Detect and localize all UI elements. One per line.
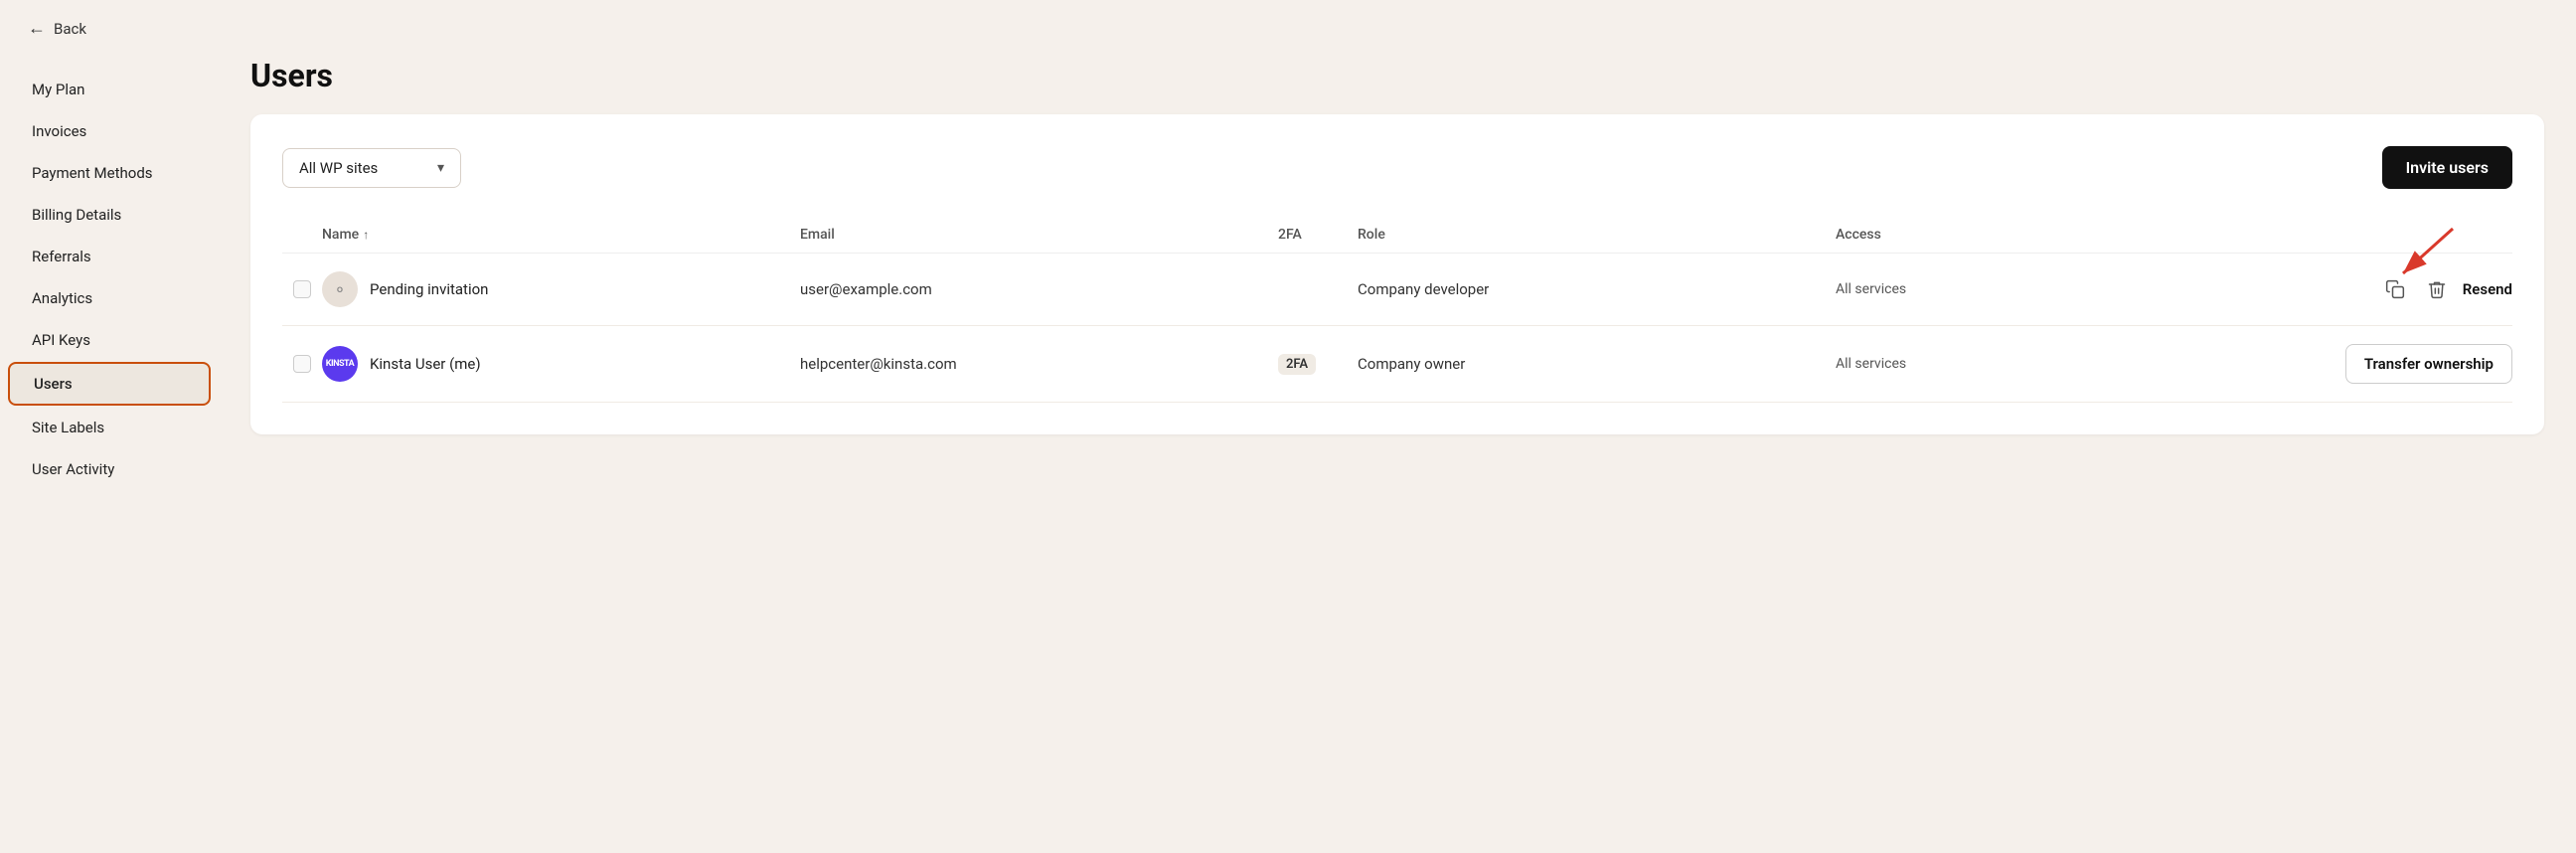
table-row: KINSTA Kinsta User (me) helpcenter@kinst… [282, 326, 2512, 403]
back-arrow-icon: ← [28, 18, 46, 39]
sidebar-item-payment-methods[interactable]: Payment Methods [8, 153, 211, 193]
chevron-down-icon: ▾ [437, 160, 444, 176]
content-card: All WP sites ▾ Invite users Name ↑ Email [250, 114, 2544, 434]
row-checkbox-col [282, 280, 322, 298]
header-access-col: Access [1836, 227, 2314, 243]
sidebar-item-invoices[interactable]: Invoices [8, 111, 211, 151]
transfer-ownership-button[interactable]: Transfer ownership [2345, 344, 2512, 384]
sidebar-item-api-keys[interactable]: API Keys [8, 320, 211, 360]
person-icon: ⚬ [333, 280, 346, 299]
resend-button[interactable]: Resend [2463, 276, 2512, 302]
back-button[interactable]: ← Back [28, 18, 86, 39]
filter-dropdown[interactable]: All WP sites ▾ [282, 148, 461, 188]
avatar-initials: KINSTA [326, 359, 354, 369]
row-checkbox[interactable] [293, 280, 311, 298]
row-checkbox-col [282, 355, 322, 373]
filter-label: All WP sites [299, 159, 378, 177]
content-area: Users All WP sites ▾ Invite users Name [219, 57, 2576, 853]
main-layout: My Plan Invoices Payment Methods Billing… [0, 57, 2576, 853]
user-name-col: KINSTA Kinsta User (me) [322, 346, 800, 382]
avatar: ⚬ [322, 271, 358, 307]
sidebar-item-my-plan[interactable]: My Plan [8, 70, 211, 109]
user-actions-col: Resend [2314, 273, 2512, 305]
user-2fa-col: 2FA [1278, 354, 1358, 375]
back-label: Back [54, 20, 86, 38]
user-role-col: Company owner [1358, 355, 1836, 373]
page-title: Users [250, 57, 2544, 94]
avatar: KINSTA [322, 346, 358, 382]
sidebar-item-site-labels[interactable]: Site Labels [8, 408, 211, 447]
header-role-col: Role [1358, 227, 1836, 243]
user-name-col: ⚬ Pending invitation [322, 271, 800, 307]
header-check-col [282, 227, 322, 243]
delete-button[interactable] [2421, 273, 2453, 305]
sidebar-item-user-activity[interactable]: User Activity [8, 449, 211, 489]
sidebar-item-referrals[interactable]: Referrals [8, 237, 211, 276]
header-actions-col [2314, 227, 2512, 243]
user-actions-col: Transfer ownership [2314, 344, 2512, 384]
table-row: ⚬ Pending invitation user@example.com Co… [282, 254, 2512, 326]
app-container: ← Back My Plan Invoices Payment Methods … [0, 0, 2576, 853]
toolbar: All WP sites ▾ Invite users [282, 146, 2512, 189]
top-bar: ← Back [0, 0, 2576, 57]
invite-users-button[interactable]: Invite users [2382, 146, 2512, 189]
header-name-col: Name ↑ [322, 227, 800, 243]
sidebar-item-users[interactable]: Users [8, 362, 211, 406]
header-2fa-col: 2FA [1278, 227, 1358, 243]
users-table: Name ↑ Email 2FA Role Access [282, 217, 2512, 403]
user-email-col: user@example.com [800, 280, 1278, 298]
user-email-col: helpcenter@kinsta.com [800, 355, 1278, 373]
row-checkbox[interactable] [293, 355, 311, 373]
2fa-badge: 2FA [1278, 354, 1316, 375]
sidebar-item-billing-details[interactable]: Billing Details [8, 195, 211, 235]
user-access-col: All services [1836, 281, 2314, 297]
table-header: Name ↑ Email 2FA Role Access [282, 217, 2512, 254]
copy-button[interactable] [2379, 273, 2411, 305]
sidebar-item-analytics[interactable]: Analytics [8, 278, 211, 318]
user-access-col: All services [1836, 356, 2314, 372]
sidebar: My Plan Invoices Payment Methods Billing… [0, 57, 219, 853]
header-email-col: Email [800, 227, 1278, 243]
user-role-col: Company developer [1358, 280, 1836, 298]
sort-ascending-icon[interactable]: ↑ [363, 228, 369, 242]
